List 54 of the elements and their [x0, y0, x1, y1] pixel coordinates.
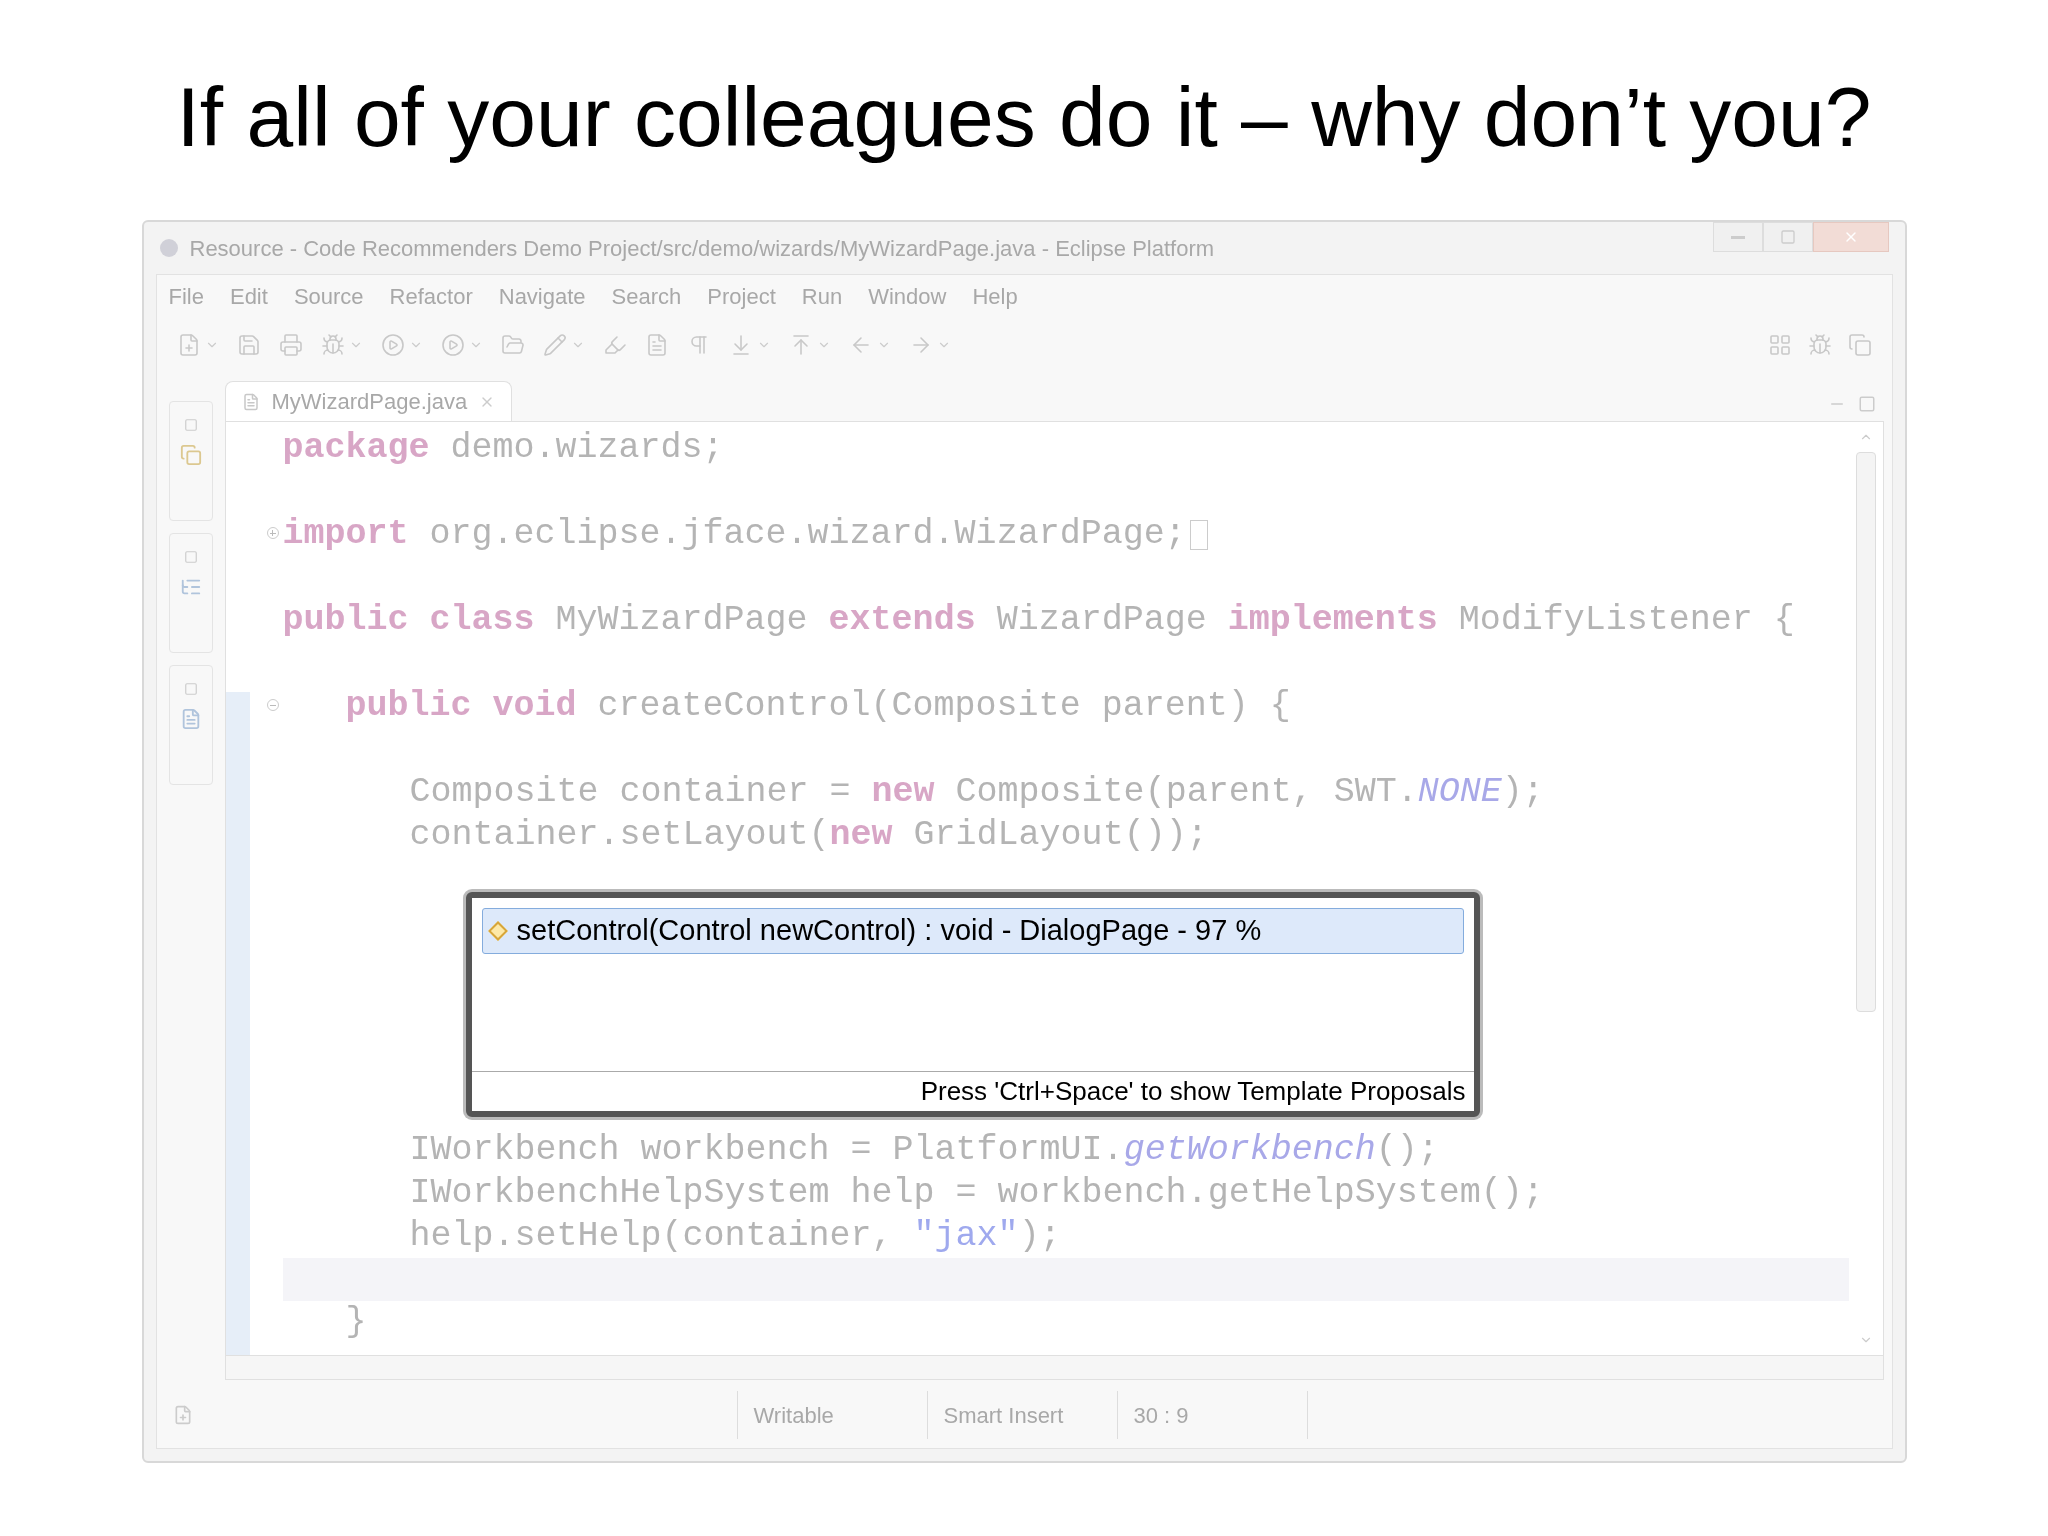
restore-icon[interactable] — [183, 418, 198, 432]
code-line: } — [345, 1301, 367, 1345]
code-line: public void createControl(Composite parent) { — [345, 685, 1291, 729]
menu-item[interactable]: Edit — [229, 279, 268, 313]
close-button[interactable] — [1812, 222, 1889, 252]
menu-item[interactable]: Window — [868, 279, 947, 313]
restore-icon[interactable] — [183, 550, 198, 564]
collapsed-marker-icon — [1189, 519, 1208, 550]
status-field: Smart Insert — [943, 1398, 1064, 1432]
app-logo-icon — [159, 239, 178, 257]
menu-item[interactable]: File — [168, 279, 204, 313]
code-line: package demo.wizards; — [282, 427, 724, 471]
perspective-icon[interactable] — [1767, 333, 1792, 357]
status-field: 30 : 9 — [1133, 1398, 1189, 1432]
restore-icon[interactable] — [183, 682, 198, 696]
menu-item[interactable]: Search — [611, 279, 682, 313]
bug-icon[interactable] — [320, 333, 345, 357]
highlighter-icon[interactable] — [602, 333, 627, 357]
run-external-icon[interactable] — [440, 333, 465, 357]
status-field: Writable — [753, 1398, 834, 1432]
menu-item[interactable]: Refactor — [389, 279, 473, 313]
menu-item[interactable]: Run — [801, 279, 843, 313]
code-line: public class MyWizardPage extends WizardPage implements ModifyListener { — [282, 599, 1795, 643]
code-line: container.setLayout(new GridLayout()); — [409, 814, 1208, 858]
java-file-icon — [241, 392, 260, 411]
pencil-icon[interactable] — [542, 333, 567, 357]
scrollbar-thumb[interactable] — [1855, 452, 1876, 1012]
popup-hint: Press 'Ctrl+Space' to show Template Proposals — [920, 1075, 1466, 1108]
code-line: import org.eclipse.jface.wizard.WizardPage; — [282, 513, 1186, 557]
horizontal-scrollbar[interactable] — [224, 1356, 1884, 1380]
minimize-icon — [1730, 235, 1745, 239]
files-icon[interactable] — [179, 444, 202, 466]
debug-perspective-icon[interactable] — [1807, 333, 1832, 357]
slide-title: If all of your colleagues do it – why don’t you? — [176, 69, 1872, 166]
code-line: IWorkbenchHelpSystem help = workbench.getHelpSystem(); — [409, 1172, 1544, 1216]
maximize-icon[interactable] — [1857, 395, 1876, 413]
code-line: help.setHelp(container, "jax"); — [409, 1215, 1061, 1259]
proposal-item[interactable]: setControl(Control newControl) : void - DialogPage - 97 % — [481, 908, 1464, 954]
maximize-icon — [1779, 229, 1796, 245]
save-icon[interactable] — [236, 333, 261, 357]
editor-tab[interactable]: MyWizardPage.java — [224, 381, 513, 421]
menu-item[interactable]: Source — [293, 279, 364, 313]
menu-item[interactable]: Navigate — [498, 279, 586, 313]
menu-item[interactable]: Help — [972, 279, 1018, 313]
run-icon[interactable] — [380, 333, 405, 357]
maximize-button[interactable] — [1762, 222, 1813, 252]
print-icon[interactable] — [278, 333, 303, 357]
code-line: Composite container = new Composite(parent, SWT.NONE); — [409, 771, 1544, 815]
window-title: Resource - Code Recommenders Demo Project/src/demo/wizards/MyWizardPage.java - Eclipse Platform — [189, 234, 1215, 263]
minimize-button[interactable] — [1712, 222, 1763, 252]
code-line: IWorkbench workbench = PlatformUI.getWorkbench(); — [409, 1129, 1439, 1173]
menu-item[interactable]: Project — [707, 279, 776, 313]
resource-perspective-icon[interactable] — [1847, 333, 1872, 357]
open-folder-icon[interactable] — [500, 333, 525, 357]
